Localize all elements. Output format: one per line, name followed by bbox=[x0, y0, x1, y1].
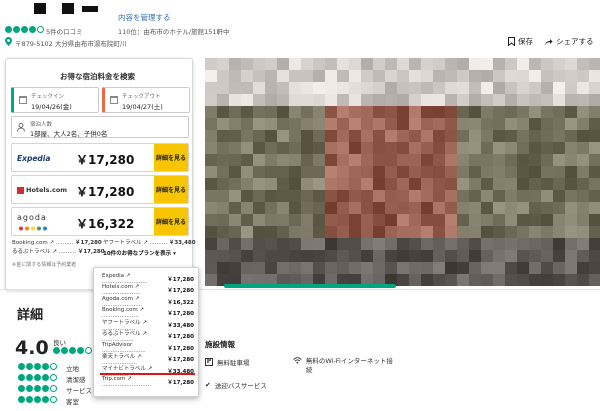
guests-selector[interactable]: 宿泊人数 1部屋、大人2名、子供0名 bbox=[11, 116, 189, 138]
checkmark-icon: ✔ bbox=[205, 381, 211, 389]
rating-bubble-full bbox=[21, 26, 28, 33]
rating-bubble-full bbox=[29, 26, 36, 33]
agoda-logo: agoda bbox=[17, 213, 47, 222]
subrating-label: サービス bbox=[66, 387, 92, 395]
guests-value: 1部屋、大人2名、子供0名 bbox=[30, 130, 108, 138]
expedia-logo-text: Expedia bbox=[17, 154, 51, 163]
view-deal-button[interactable]: 詳細を見る bbox=[154, 176, 188, 203]
subrating-label: 立地 bbox=[66, 365, 79, 373]
offer-row[interactable]: Booking.com ↗ .......... ￥17,280 bbox=[12, 239, 105, 248]
address-text: 〒879-5102 大分県由布市湯布院町川 bbox=[15, 40, 127, 48]
save-label: 保存 bbox=[518, 37, 533, 46]
subrating-row bbox=[18, 385, 58, 392]
rating-bubbles bbox=[5, 25, 45, 34]
rating-bubble-full bbox=[77, 347, 84, 354]
map-pin-icon bbox=[5, 37, 12, 46]
hotels-h-icon bbox=[17, 186, 24, 194]
show-all-deals-link[interactable]: 10件のお得なプランを表示 ▾ bbox=[103, 249, 176, 257]
agoda-dots-icon bbox=[19, 226, 47, 231]
rating-bubble-empty bbox=[85, 347, 92, 354]
calendar-icon bbox=[19, 96, 27, 104]
rating-bubble-full bbox=[5, 26, 12, 33]
details-heading: 詳細 bbox=[17, 308, 44, 323]
share-label: シェアする bbox=[556, 37, 594, 46]
view-deal-button[interactable]: 詳細を見る bbox=[154, 144, 188, 171]
hotel-photo[interactable] bbox=[205, 58, 600, 286]
subrating-row bbox=[18, 374, 58, 381]
amenity-parking: P 無料駐車場 bbox=[205, 358, 250, 367]
overall-score: 4.0 bbox=[15, 337, 49, 359]
price-footnote: ※金に関する情報は予約業者 bbox=[12, 262, 77, 268]
checkout-label: チェックアウト bbox=[122, 94, 161, 100]
section-divider bbox=[0, 289, 600, 290]
hotels-logo-text: Hotels.com bbox=[26, 186, 68, 194]
subrating-row bbox=[18, 363, 58, 370]
checkout-date-field[interactable]: チェックアウト 19/04/27(土) bbox=[102, 87, 190, 113]
subrating-row bbox=[18, 396, 58, 403]
expedia-logo: Expedia bbox=[17, 154, 50, 163]
vendor-price: ￥17,280 bbox=[76, 153, 135, 167]
manage-content-link[interactable]: 内容を管理する bbox=[118, 12, 171, 23]
dropdown-offer-row[interactable]: るるぶトラベル ↗ .................. ￥17,280 bbox=[102, 331, 194, 343]
other-offers-right: ヤフートラベル ↗ .......... ￥33,480 bbox=[103, 239, 196, 248]
amenity-shuttle: ✔ 送迎バスサービス bbox=[205, 381, 267, 390]
parking-icon: P bbox=[205, 358, 213, 366]
rating-bubble-full bbox=[61, 347, 68, 354]
redacted-title-block bbox=[82, 6, 98, 12]
reviews-count-link[interactable]: 5件の口コミ bbox=[46, 26, 83, 36]
vendor-row-agoda[interactable]: agoda ￥16,322 詳細を見る bbox=[11, 207, 189, 236]
dropdown-offer-row[interactable]: Agoda.com ↗ ....................... ￥16,3… bbox=[102, 296, 194, 308]
offer-row[interactable]: るるぶトラベル ↗ .......... ￥17,280 bbox=[12, 248, 105, 257]
calendar-icon bbox=[110, 96, 118, 104]
highlight-underline bbox=[100, 373, 195, 375]
hotel-photo-image bbox=[205, 58, 600, 286]
checkin-date-field[interactable]: チェックイン 19/04/26(金) bbox=[11, 87, 99, 113]
redacted-title-block bbox=[62, 3, 74, 14]
view-deal-button[interactable]: 詳細を見る bbox=[154, 208, 188, 235]
save-button[interactable]: 保存 bbox=[508, 36, 533, 47]
checkin-value: 19/04/26(金) bbox=[31, 103, 72, 111]
vendor-row-expedia[interactable]: Expedia ￥17,280 詳細を見る bbox=[11, 143, 189, 172]
subrating-label: 客室 bbox=[66, 398, 79, 406]
person-icon bbox=[17, 123, 25, 132]
amenities-heading: 施設情報 bbox=[205, 340, 235, 349]
hotels-logo: Hotels.com bbox=[17, 186, 67, 194]
score-word: 良い bbox=[53, 339, 66, 347]
panel-title: お得な宿泊料金を検索 bbox=[60, 72, 135, 81]
rating-bubble-full bbox=[69, 347, 76, 354]
wifi-icon bbox=[293, 357, 302, 364]
amenity-wifi: 無料のWi-Fiインターネット接続 bbox=[293, 357, 398, 375]
dropdown-offer-row[interactable]: Expedia ↗ .......................... ￥17,… bbox=[102, 273, 194, 285]
guests-label: 宿泊人数 bbox=[30, 122, 53, 128]
redacted-title-block bbox=[34, 3, 46, 14]
bookmark-icon bbox=[508, 37, 515, 46]
share-button[interactable]: シェアする bbox=[544, 36, 594, 47]
score-bubbles bbox=[53, 347, 93, 354]
share-arrow-icon bbox=[544, 38, 553, 45]
vendor-row-hotels[interactable]: Hotels.com ￥17,280 詳細を見る bbox=[11, 175, 189, 204]
ranking-text: 110位：由布市のホテル/旅館151軒中 bbox=[118, 28, 230, 36]
agoda-logo-text: agoda bbox=[17, 213, 47, 222]
subrating-label: 清潔感 bbox=[66, 376, 86, 384]
checkin-label: チェックイン bbox=[31, 94, 65, 100]
checkout-value: 19/04/27(土) bbox=[122, 103, 163, 111]
rating-bubble-full bbox=[13, 26, 20, 33]
rating-bubble-full bbox=[53, 347, 60, 354]
offer-row[interactable]: ヤフートラベル ↗ .......... ￥33,480 bbox=[103, 239, 196, 248]
rating-bubble-empty bbox=[37, 26, 44, 33]
all-deals-dropdown: Expedia ↗ .......................... ￥17,… bbox=[93, 267, 199, 397]
vendor-price: ￥16,322 bbox=[76, 217, 135, 231]
dropdown-offer-row[interactable]: Trip.com ↗ ............................ ￥… bbox=[102, 376, 194, 388]
other-offers-left: Booking.com ↗ .......... ￥17,280 るるぶトラベル… bbox=[12, 239, 105, 257]
photo-indicator-bar bbox=[224, 284, 396, 288]
dropdown-offer-row[interactable]: Hotels.com ↗ ...................... ￥17,2… bbox=[102, 284, 194, 296]
vendor-price: ￥17,280 bbox=[76, 185, 135, 199]
